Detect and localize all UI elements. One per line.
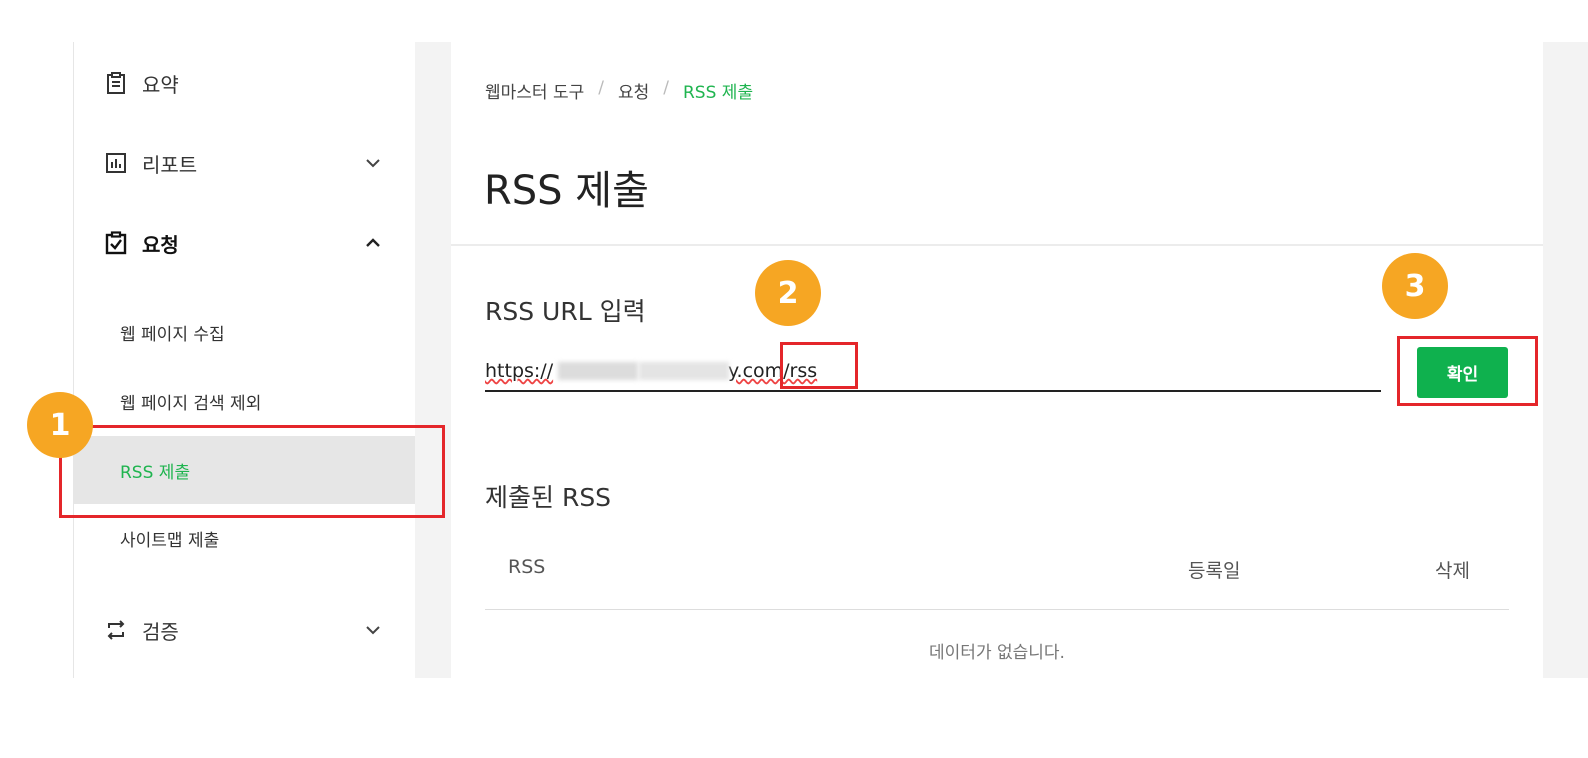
annotation-box-3 xyxy=(1397,336,1538,406)
annotation-badge-1: 1 xyxy=(27,392,93,458)
sidebar: 요약 리포트 요청 웹 페이지 수집 웹 페이지 검색 제외 RSS 제출 사이… xyxy=(73,42,416,678)
chevron-down-icon xyxy=(366,159,380,168)
main-content: 웹마스터 도구 / 요청 / RSS 제출 RSS 제출 RSS URL 입력 … xyxy=(451,42,1543,678)
breadcrumb-separator: / xyxy=(598,78,604,98)
sidebar-item-label: 요약 xyxy=(142,72,179,97)
breadcrumb-root[interactable]: 웹마스터 도구 xyxy=(485,78,584,103)
sidebar-item-report[interactable]: 리포트 xyxy=(74,138,415,188)
table-divider xyxy=(485,609,1509,610)
sidebar-item-label: 요청 xyxy=(142,232,179,257)
breadcrumb-separator: / xyxy=(663,78,669,98)
clipboard-icon xyxy=(107,72,125,94)
clipboard-check-icon xyxy=(105,231,127,255)
repeat-icon xyxy=(107,620,125,640)
chevron-up-icon xyxy=(366,238,380,247)
chevron-down-icon xyxy=(366,626,380,635)
sidebar-subitem-page-crawl[interactable]: 웹 페이지 수집 xyxy=(74,298,415,366)
sidebar-item-summary[interactable]: 요약 xyxy=(74,58,415,108)
breadcrumb-current: RSS 제출 xyxy=(683,83,754,103)
annotation-badge-2: 2 xyxy=(755,260,821,326)
url-prefix: https:// xyxy=(485,360,554,382)
submitted-rss-title: 제출된 RSS xyxy=(485,483,612,512)
divider xyxy=(451,244,1543,246)
sidebar-item-verify[interactable]: 검증 xyxy=(74,605,415,655)
redacted-text xyxy=(558,362,638,380)
column-header-date: 등록일 xyxy=(1188,560,1241,582)
sidebar-item-request[interactable]: 요청 xyxy=(74,218,415,268)
annotation-box-1 xyxy=(59,425,445,518)
redacted-text xyxy=(639,362,729,380)
bar-chart-icon xyxy=(106,153,126,173)
sidebar-subitem-label: 웹 페이지 수집 xyxy=(120,324,225,345)
sidebar-subitem-label: 웹 페이지 검색 제외 xyxy=(120,393,262,414)
page-title: RSS 제출 xyxy=(484,168,649,214)
empty-table-message: 데이터가 없습니다. xyxy=(929,643,1065,663)
column-header-rss: RSS xyxy=(508,556,546,578)
breadcrumb-section[interactable]: 요청 xyxy=(618,78,649,103)
sidebar-item-label: 검증 xyxy=(142,619,179,644)
sidebar-subitem-label: 사이트맵 제출 xyxy=(120,530,220,551)
rss-url-label: RSS URL 입력 xyxy=(485,297,646,326)
sidebar-item-label: 리포트 xyxy=(142,152,198,177)
annotation-box-2 xyxy=(780,342,858,389)
layout-gutter xyxy=(415,42,451,678)
annotation-badge-3: 3 xyxy=(1382,253,1448,319)
layout-gutter xyxy=(1543,42,1588,678)
breadcrumb: 웹마스터 도구 / 요청 / RSS 제출 xyxy=(485,78,753,103)
column-header-delete: 삭제 xyxy=(1435,560,1470,582)
